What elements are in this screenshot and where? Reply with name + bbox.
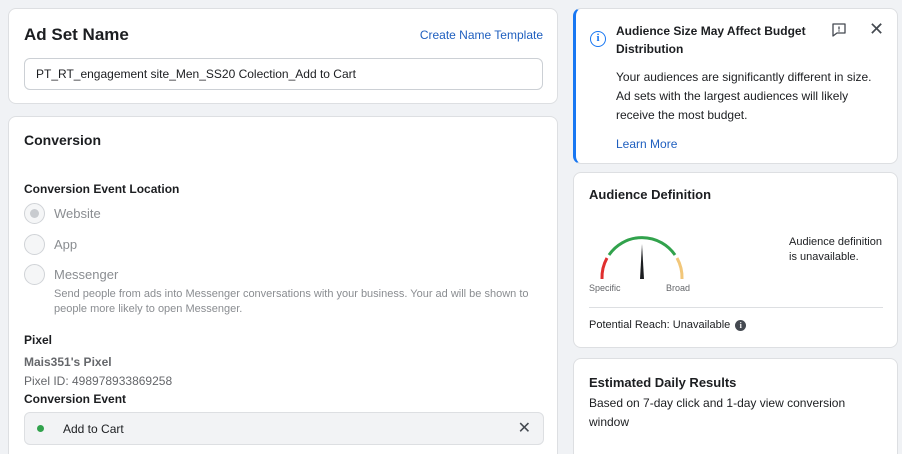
info-icon[interactable]: i — [735, 319, 747, 331]
radio-option-messenger[interactable]: Messenger — [24, 263, 118, 285]
conversion-event-location-label: Conversion Event Location — [24, 182, 180, 196]
conversion-title: Conversion — [24, 132, 102, 148]
create-name-template-link[interactable]: Create Name Template — [420, 28, 543, 42]
radio-label-messenger: Messenger — [54, 266, 119, 282]
close-icon[interactable]: ✕ — [869, 20, 884, 38]
estimated-daily-results-card: Estimated Daily Results Based on 7-day c… — [573, 358, 898, 454]
pixel-label: Pixel — [24, 333, 53, 347]
pixel-id: Pixel ID: 498978933869258 — [24, 374, 173, 388]
conversion-card: Conversion Conversion Event Location Web… — [8, 116, 558, 454]
radio-button-app[interactable] — [24, 233, 45, 255]
radio-option-app[interactable]: App — [24, 233, 77, 255]
radio-label-website: Website — [54, 205, 101, 221]
conversion-event-selector[interactable]: Add to Cart ✕ — [24, 412, 544, 445]
ad-set-name-title: Ad Set Name — [24, 25, 129, 44]
learn-more-link[interactable]: Learn More — [616, 137, 677, 151]
conversion-event-value: Add to Cart — [63, 421, 124, 436]
potential-reach-text: Potential Reach: Unavailable — [589, 319, 731, 331]
alert-body: Your audiences are significantly differe… — [616, 70, 872, 122]
conversion-event-label: Conversion Event — [24, 392, 127, 406]
status-dot-icon — [37, 425, 44, 432]
ad-set-name-card: Ad Set Name Create Name Template — [8, 8, 558, 104]
info-icon: i — [590, 31, 606, 47]
estimated-results-body: Based on 7-day click and 1-day view conv… — [589, 396, 846, 429]
clear-event-icon[interactable]: ✕ — [518, 420, 531, 437]
audience-definition-card: Audience Definition Specific Broad Audie… — [573, 172, 898, 348]
ad-set-name-input[interactable] — [24, 58, 543, 90]
audience-definition-title: Audience Definition — [589, 187, 712, 202]
alert-title: Audience Size May Affect Budget Distribu… — [616, 24, 806, 56]
feedback-icon[interactable] — [831, 22, 847, 38]
radio-button-website[interactable] — [24, 202, 45, 224]
divider — [589, 307, 883, 308]
potential-reach: Potential Reach: Unavailable i — [589, 319, 747, 331]
radio-option-website[interactable]: Website — [24, 202, 101, 224]
messenger-help-text: Send people from ads into Messenger conv… — [54, 288, 529, 315]
budget-distribution-alert: i Audience Size May Affect Budget Distri… — [573, 8, 898, 164]
radio-button-messenger[interactable] — [24, 263, 45, 285]
radio-label-app: App — [54, 236, 78, 252]
audience-gauge — [600, 236, 684, 280]
pixel-name: Mais351's Pixel — [24, 355, 112, 369]
gauge-broad-label: Broad — [666, 283, 691, 293]
audience-unavailable-note: Audience definition is unavailable. — [789, 236, 882, 263]
estimated-results-title: Estimated Daily Results — [589, 375, 737, 390]
gauge-specific-label: Specific — [589, 283, 621, 293]
